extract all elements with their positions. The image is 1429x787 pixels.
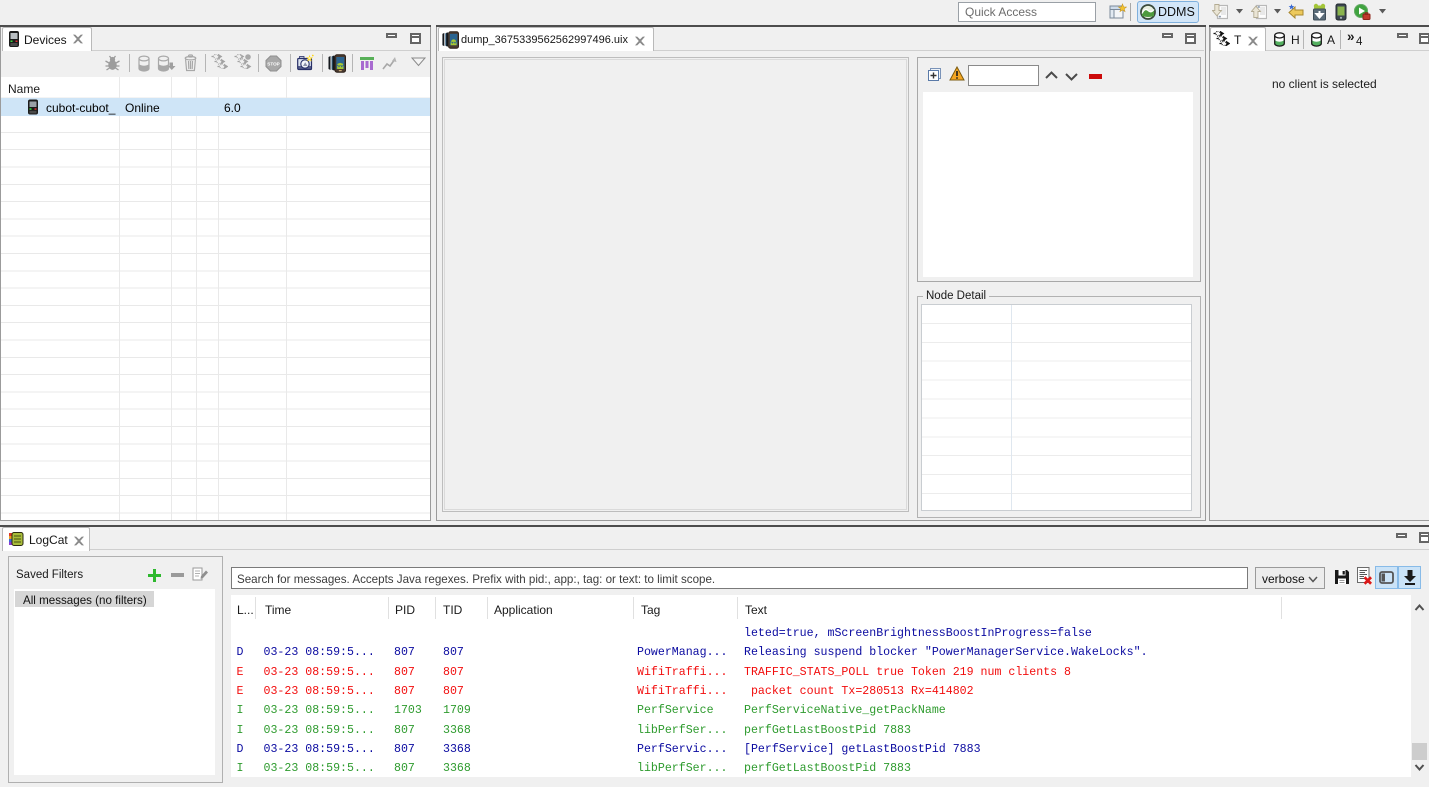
svg-text:STOP: STOP	[267, 62, 279, 67]
